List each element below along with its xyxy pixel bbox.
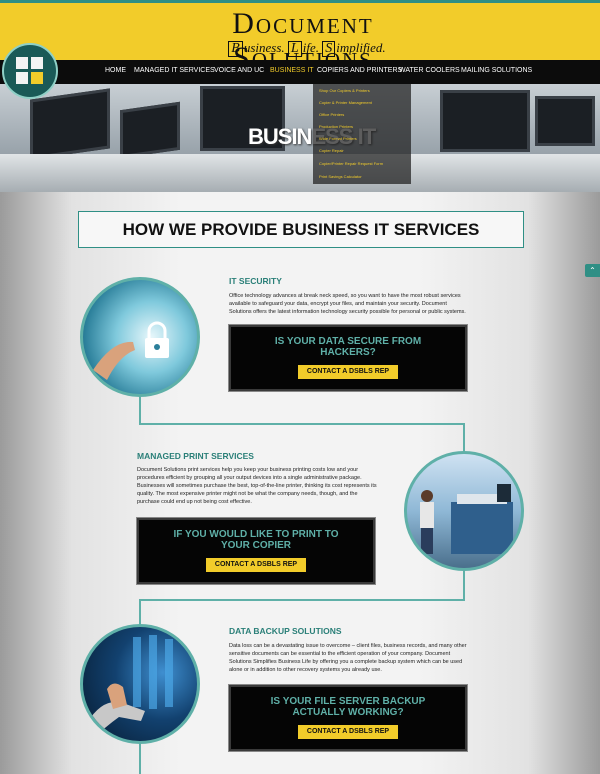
dropdown-item[interactable]: Shop Our Copiers & Printers bbox=[319, 88, 370, 93]
chevron-up-icon[interactable]: ⌃ bbox=[585, 264, 600, 277]
security-image bbox=[80, 277, 200, 397]
printer-image bbox=[404, 451, 524, 571]
section-title-managed-print: MANAGED PRINT SERVICES bbox=[137, 451, 254, 461]
nav-mailing-solutions[interactable]: MAILING SOLUTIONS bbox=[461, 67, 532, 74]
server-image bbox=[80, 624, 200, 744]
lock-icon bbox=[93, 321, 169, 380]
site-header: Document Solutions Business. Life. Simpl… bbox=[0, 0, 600, 74]
tagline-l-rest: ife. bbox=[302, 40, 319, 55]
section-title-data-backup: DATA BACKUP SOLUTIONS bbox=[229, 626, 342, 636]
dropdown-item[interactable]: Office Printers bbox=[319, 112, 344, 117]
grid-logo-icon[interactable] bbox=[2, 43, 58, 99]
tagline-b-rest: usiness. bbox=[243, 40, 285, 55]
section-body-managed-print: Document Solutions print services help y… bbox=[137, 467, 377, 505]
dropdown-item[interactable]: Copier Repair bbox=[319, 148, 344, 153]
tagline-s: S bbox=[322, 41, 336, 57]
tagline-b: B bbox=[228, 41, 243, 57]
cta-question: IF YOU WOULD LIKE TO PRINT TO YOUR COPIE… bbox=[173, 529, 339, 551]
nav-copiers-and-printers[interactable]: COPIERS AND PRINTERS bbox=[317, 67, 402, 74]
printer-icon bbox=[420, 484, 513, 554]
contact-rep-button[interactable]: CONTACT A DSBLS REP bbox=[298, 365, 398, 379]
nav-water-coolers[interactable]: WATER COOLERS bbox=[399, 67, 460, 74]
nav-business-it[interactable]: BUSINESS IT bbox=[270, 67, 314, 74]
tagline-l: L bbox=[287, 41, 302, 57]
monitor-image bbox=[440, 90, 530, 152]
connector-line bbox=[139, 423, 464, 425]
main-nav: HOME MANAGED IT SERVICES VOICE AND UC BU… bbox=[0, 60, 600, 84]
section-body-it-security: Office technology advances at break neck… bbox=[229, 293, 466, 315]
section-heading: HOW WE PROVIDE BUSINESS IT SERVICES bbox=[78, 211, 524, 248]
connector-line bbox=[139, 599, 465, 601]
contact-rep-button[interactable]: CONTACT A DSBLS REP bbox=[298, 725, 398, 739]
nav-managed-it-services[interactable]: MANAGED IT SERVICES bbox=[134, 67, 215, 74]
tagline-s-rest: implified. bbox=[336, 40, 386, 55]
dropdown-item[interactable]: Production Printers bbox=[319, 124, 353, 129]
cta-box-print-to-copier: IF YOU WOULD LIKE TO PRINT TO YOUR COPIE… bbox=[136, 517, 376, 585]
desk-surface bbox=[0, 154, 600, 192]
monitor-image bbox=[535, 96, 595, 146]
dropdown-item[interactable]: Copier/Printer Repair Request Form bbox=[319, 161, 383, 166]
cta-box-data-secure: IS YOUR DATA SECURE FROM HACKERS? CONTAC… bbox=[228, 324, 468, 392]
nav-home[interactable]: HOME bbox=[105, 67, 126, 74]
dropdown-item[interactable]: Wide Format Printers bbox=[319, 136, 357, 141]
cta-question: IS YOUR FILE SERVER BACKUP ACTUALLY WORK… bbox=[270, 696, 426, 718]
cta-box-backup-working: IS YOUR FILE SERVER BACKUP ACTUALLY WORK… bbox=[228, 684, 468, 752]
connector-line bbox=[139, 742, 141, 774]
dropdown-item[interactable]: Print Savings Calculator bbox=[319, 174, 362, 179]
cta-question: IS YOUR DATA SECURE FROM HACKERS? bbox=[274, 336, 422, 358]
nav-voice-and-uc[interactable]: VOICE AND UC bbox=[214, 67, 264, 74]
tagline: Business. Life. Simplified. bbox=[218, 40, 396, 57]
connector-line bbox=[463, 568, 465, 600]
server-rack-icon bbox=[87, 635, 173, 739]
monitor-image bbox=[120, 101, 180, 159]
logo-grid bbox=[16, 57, 44, 85]
contact-rep-button[interactable]: CONTACT A DSBLS REP bbox=[206, 558, 306, 572]
connector-line bbox=[463, 423, 465, 453]
dropdown-item[interactable]: Copier & Printer Management bbox=[319, 100, 372, 105]
monitor-image bbox=[30, 88, 110, 160]
section-title-it-security: IT SECURITY bbox=[229, 276, 282, 286]
copiers-dropdown-menu: Shop Our Copiers & Printers Copier & Pri… bbox=[313, 84, 411, 184]
section-body-data-backup: Data loss can be a devastating issue to … bbox=[229, 643, 467, 673]
connector-line bbox=[139, 599, 141, 627]
